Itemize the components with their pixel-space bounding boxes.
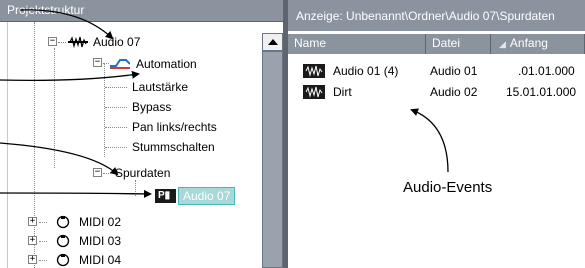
mute-label: Stummschalten — [132, 140, 215, 154]
tree-line — [39, 260, 47, 261]
event-table: Audio 01 (4) Audio 01 .01.01.000 Dirt Au… — [288, 54, 585, 268]
tree-line — [103, 63, 109, 64]
midi-icon — [56, 253, 70, 267]
volume-label: Lautstärke — [132, 80, 189, 94]
midi-icon — [56, 234, 70, 248]
column-header-file[interactable]: Datei — [426, 34, 491, 54]
automation-icon — [110, 59, 130, 69]
table-row[interactable]: Audio 01 (4) Audio 01 .01.01.000 — [288, 60, 585, 82]
tree-node-bypass[interactable]: Bypass — [8, 97, 258, 117]
tree-node-midi-04[interactable]: + MIDI 04 — [8, 250, 258, 268]
expand-icon[interactable]: + — [28, 236, 37, 245]
column-headers: Name Datei ◢ Anfang — [288, 34, 585, 54]
collapse-icon[interactable]: − — [93, 58, 102, 67]
tree-line — [105, 107, 127, 108]
table-row[interactable]: Dirt Audio 02 15.01.01.000 — [288, 81, 585, 103]
audio-track-label: Audio 07 — [93, 35, 141, 49]
tree-node-midi-03[interactable]: + MIDI 03 — [8, 231, 258, 251]
event-start: 15.01.01.000 — [506, 85, 577, 99]
column-header-name[interactable]: Name — [288, 34, 426, 54]
tree-line — [105, 87, 127, 88]
tree-node-pan[interactable]: Pan links/rechts — [8, 117, 258, 137]
audio-event-icon: P▮ — [155, 189, 176, 203]
expand-icon[interactable]: + — [28, 255, 37, 264]
audio-event-icon — [303, 85, 325, 99]
selected-event-label[interactable]: Audio 07 — [178, 187, 236, 205]
collapse-icon[interactable]: − — [48, 37, 57, 46]
tree-line — [105, 127, 127, 128]
event-name: Audio 01 (4) — [333, 64, 399, 78]
tree-line — [58, 42, 66, 43]
event-name: Dirt — [333, 85, 352, 99]
audio-event-icon — [303, 64, 325, 78]
project-structure-header: Projektstruktur — [0, 0, 283, 22]
event-start: .01.01.000 — [518, 64, 575, 78]
midi-icon — [56, 215, 70, 229]
automation-label: Automation — [136, 57, 197, 71]
scrollbar-thumb[interactable] — [262, 51, 283, 268]
tree-node-midi-02[interactable]: + MIDI 02 — [8, 212, 258, 232]
tree-node-audio-track[interactable]: − Audio 07 — [8, 32, 258, 52]
tree-line — [39, 241, 47, 242]
project-structure-pane: Projektstruktur − Audio 07 − Automation — [0, 0, 285, 268]
view-path-header: Anzeige: Unbenannt\Ordner\Audio 07\Spurd… — [288, 0, 585, 31]
midi-04-label: MIDI 04 — [79, 253, 122, 267]
pan-label: Pan links/rechts — [132, 120, 217, 134]
event-file: Audio 02 — [430, 85, 478, 99]
midi-03-label: MIDI 03 — [79, 234, 122, 248]
track-data-label: Spurdaten — [115, 166, 171, 180]
tree-node-automation[interactable]: − Automation — [8, 54, 258, 74]
event-list-pane: Anzeige: Unbenannt\Ordner\Audio 07\Spurd… — [288, 0, 585, 268]
event-file: Audio 01 — [430, 64, 478, 78]
project-tree[interactable]: − Audio 07 − Automation Lautstärke Bypas… — [7, 22, 262, 268]
midi-02-label: MIDI 02 — [79, 215, 122, 229]
tree-line — [105, 147, 127, 148]
tree-line — [39, 222, 47, 223]
tree-node-volume[interactable]: Lautstärke — [8, 77, 258, 97]
column-header-start[interactable]: ◢ Anfang — [491, 34, 585, 54]
tree-line — [103, 173, 111, 174]
expand-icon[interactable]: + — [28, 217, 37, 226]
collapse-icon[interactable]: − — [93, 168, 102, 177]
audio-events-callout-label: Audio-Events — [403, 179, 493, 196]
tree-node-audio-event-selected[interactable]: P▮ Audio 07 — [8, 186, 258, 206]
scroll-up-arrow-icon[interactable] — [262, 33, 283, 51]
tree-node-track-data[interactable]: − Spurdaten — [8, 163, 258, 183]
tree-node-mute[interactable]: Stummschalten — [8, 137, 258, 157]
audio-track-icon — [68, 36, 88, 48]
bypass-label: Bypass — [132, 100, 172, 114]
sort-ascending-icon: ◢ — [499, 39, 506, 49]
